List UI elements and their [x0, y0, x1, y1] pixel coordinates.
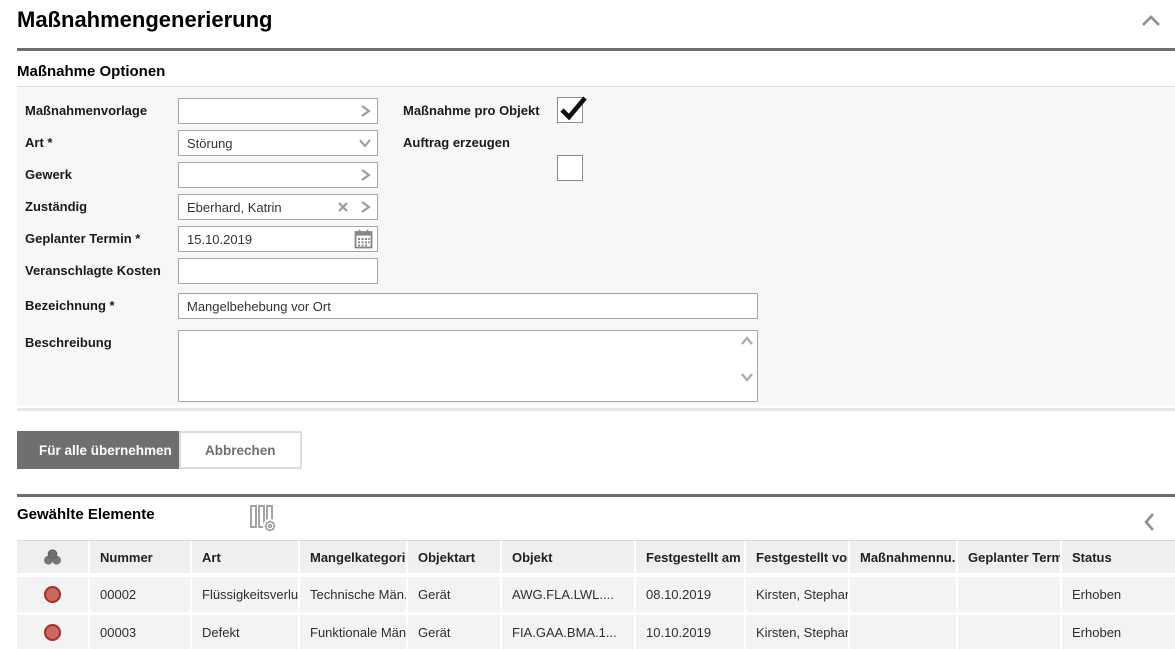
geplanter-termin-input[interactable] [178, 226, 378, 252]
row-status-cell [17, 615, 88, 649]
red-status-icon [44, 624, 61, 641]
navigate-back-button[interactable] [1143, 512, 1155, 537]
cell-art: Flüssigkeitsverlust [192, 577, 298, 612]
cell-objektart: Gerät [408, 577, 500, 612]
column-header-massnahmennummer[interactable]: Maßnahmennu... [850, 541, 956, 573]
geplanter-termin-field-wrap [178, 226, 378, 252]
veranschlagte-kosten-field-wrap [178, 258, 378, 284]
massnahme-pro-objekt-label: Maßnahme pro Objekt [403, 103, 553, 118]
massnahmenvorlage-input[interactable] [178, 98, 378, 124]
column-header-festgestellt-am[interactable]: Festgestellt am [636, 541, 744, 573]
column-header-mangelkategorie[interactable]: Mangelkategorie [300, 541, 406, 573]
massnahme-pro-objekt-checkbox[interactable] [557, 97, 583, 123]
chevron-down-icon[interactable] [358, 136, 372, 150]
bezeichnung-label: Bezeichnung * [25, 298, 175, 313]
beschreibung-label: Beschreibung [25, 335, 175, 350]
clear-icon[interactable] [336, 200, 350, 214]
column-settings-button[interactable] [250, 505, 278, 538]
chevron-left-icon [1143, 512, 1155, 532]
cell-status: Erhoben [1062, 615, 1175, 649]
red-status-icon [44, 586, 61, 603]
cell-geplanter-termin [958, 577, 1060, 612]
bezeichnung-input[interactable] [178, 293, 758, 319]
cell-art: Defekt [192, 615, 298, 649]
auftrag-erzeugen-label: Auftrag erzeugen [403, 135, 553, 150]
zustaendig-label: Zuständig [25, 199, 175, 214]
row-status-cell [17, 577, 88, 612]
options-section-title: Maßnahme Optionen [17, 63, 165, 80]
cell-festgestellt-von: Kirsten, Stephan [746, 577, 848, 612]
art-field-wrap [178, 130, 378, 156]
veranschlagte-kosten-input[interactable] [178, 258, 378, 284]
column-header-status[interactable]: Status [1062, 541, 1175, 573]
art-label: Art * [25, 135, 175, 150]
cell-geplanter-termin [958, 615, 1060, 649]
geplanter-termin-label: Geplanter Termin * [25, 231, 175, 246]
cell-nummer: 00002 [90, 577, 190, 612]
page-title: Maßnahmengenerierung [17, 7, 272, 33]
table-row[interactable]: 00003 Defekt Funktionale Män... Gerät FI… [17, 615, 1175, 649]
calendar-icon[interactable] [354, 229, 374, 249]
chevron-up-icon [1141, 15, 1161, 27]
column-settings-icon [250, 505, 278, 533]
auftrag-erzeugen-checkbox[interactable] [557, 155, 583, 181]
massnahmengenerierung-page: Maßnahmengenerierung Maßnahme Optionen M… [0, 0, 1175, 649]
collapse-panel-button[interactable] [1141, 14, 1161, 32]
cell-festgestellt-am: 10.10.2019 [636, 615, 744, 649]
scroll-up-icon[interactable] [740, 336, 754, 346]
cell-festgestellt-am: 08.10.2019 [636, 577, 744, 612]
massnahmenvorlage-label: Maßnahmenvorlage [25, 103, 175, 118]
column-header-geplanter-termin[interactable]: Geplanter Termin [958, 541, 1060, 573]
bezeichnung-field-wrap [178, 293, 758, 319]
cell-massnahmennummer [850, 615, 956, 649]
cell-status: Erhoben [1062, 577, 1175, 612]
beschreibung-field-wrap [178, 330, 758, 402]
value-help-icon[interactable] [358, 168, 372, 182]
options-panel-separator [17, 408, 1175, 411]
column-header-festgestellt-von[interactable]: Festgestellt von [746, 541, 848, 573]
massnahmenvorlage-field-wrap [178, 98, 378, 124]
cell-festgestellt-von: Kirsten, Stephan [746, 615, 848, 649]
cell-mangelkategorie: Technische Män... [300, 577, 406, 612]
table-header-row: Nummer Art Mangelkategorie Objektart Obj… [17, 540, 1175, 573]
table-row[interactable]: 00002 Flüssigkeitsverlust Technische Män… [17, 577, 1175, 612]
classification-column-header[interactable] [17, 541, 88, 573]
cell-objektart: Gerät [408, 615, 500, 649]
scroll-down-icon[interactable] [740, 372, 754, 382]
elements-table: Nummer Art Mangelkategorie Objektart Obj… [17, 540, 1175, 649]
value-help-icon[interactable] [358, 200, 372, 214]
header-separator [17, 48, 1175, 51]
beschreibung-textarea[interactable] [178, 330, 758, 402]
zustaendig-field-wrap [178, 194, 378, 220]
column-header-objektart[interactable]: Objektart [408, 541, 500, 573]
column-header-art[interactable]: Art [192, 541, 298, 573]
cell-objekt: AWG.FLA.LWL.... [502, 577, 634, 612]
veranschlagte-kosten-label: Veranschlagte Kosten [25, 263, 175, 278]
value-help-icon[interactable] [358, 104, 372, 118]
cell-mangelkategorie: Funktionale Män... [300, 615, 406, 649]
gewerk-label: Gewerk [25, 167, 175, 182]
cell-massnahmennummer [850, 577, 956, 612]
cell-objekt: FIA.GAA.BMA.1... [502, 615, 634, 649]
cell-nummer: 00003 [90, 615, 190, 649]
gewerk-input[interactable] [178, 162, 378, 188]
checkmark-icon [557, 94, 589, 124]
abbrechen-button[interactable]: Abbrechen [179, 431, 302, 469]
column-header-objekt[interactable]: Objekt [502, 541, 634, 573]
fuer-alle-uebernehmen-button[interactable]: Für alle übernehmen [17, 431, 194, 469]
art-select[interactable] [178, 130, 378, 156]
column-header-nummer[interactable]: Nummer [90, 541, 190, 573]
elements-section-title: Gewählte Elemente [17, 506, 155, 523]
gewerk-field-wrap [178, 162, 378, 188]
classification-icon [43, 549, 62, 566]
elements-separator [17, 494, 1175, 497]
